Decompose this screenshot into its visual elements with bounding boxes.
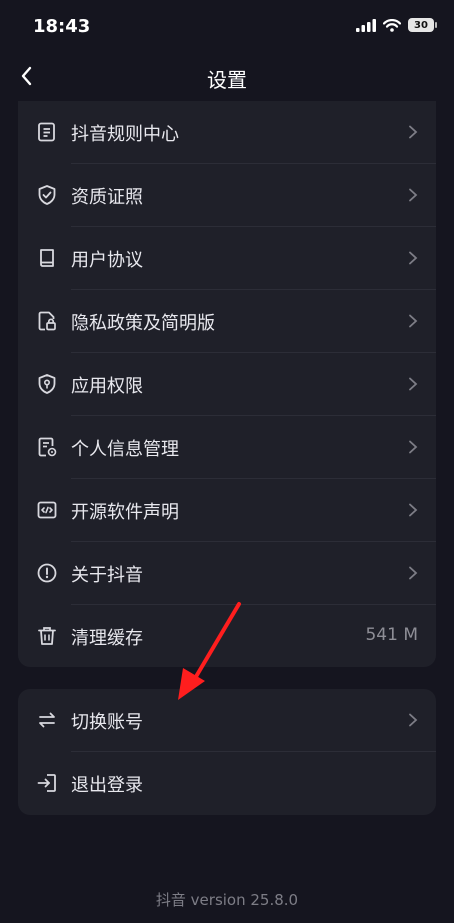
code-icon [37,501,57,519]
menu-item-label: 应用权限 [71,376,143,397]
menu-item-clear-cache[interactable]: 清理缓存 541 M [18,605,436,667]
menu-item-label: 隐私政策及简明版 [71,313,215,334]
menu-item-app-permissions[interactable]: 应用权限 [18,353,436,416]
menu-item-label: 资质证照 [71,187,143,208]
chevron-right-icon [409,503,418,517]
status-icons: 30 [356,18,437,32]
menu-item-privacy-policy[interactable]: 隐私政策及简明版 [18,290,436,353]
cache-size-value: 541 M [365,625,418,645]
chevron-right-icon [409,251,418,265]
settings-group-account: 切换账号 退出登录 [18,689,436,815]
swap-icon [39,712,55,728]
menu-item-qualifications[interactable]: 资质证照 [18,164,436,227]
menu-item-label: 个人信息管理 [71,439,179,460]
menu-item-rules-center[interactable]: 抖音规则中心 [18,101,436,164]
status-time: 18:43 [33,16,91,37]
menu-item-logout[interactable]: 退出登录 [18,752,436,815]
shield-key-icon [38,374,56,394]
page-title: 设置 [207,68,247,92]
menu-item-label: 用户协议 [71,250,143,271]
menu-item-about[interactable]: 关于抖音 [18,542,436,605]
chevron-right-icon [409,713,418,727]
menu-item-label: 关于抖音 [71,565,143,586]
chevron-right-icon [409,440,418,454]
trash-icon [38,627,56,645]
privacy-lock-icon [38,311,56,331]
chevron-right-icon [409,125,418,139]
document-list-icon [38,122,55,142]
chevron-right-icon [409,188,418,202]
version-footer: 抖音 version 25.8.0 [155,891,299,909]
menu-item-user-agreement[interactable]: 用户协议 [18,227,436,290]
personal-info-icon [38,437,57,457]
menu-item-open-source[interactable]: 开源软件声明 [18,479,436,542]
cellular-signal-icon [356,18,376,32]
chevron-right-icon [409,314,418,328]
shield-check-icon [38,185,56,205]
chevron-right-icon [409,566,418,580]
settings-group-info: 抖音规则中心 资质证照 用户协议 隐私政策及简明版 应用权限 个人信息管理 开源… [18,101,436,667]
info-icon [37,563,57,583]
book-icon [40,249,54,267]
menu-item-personal-info[interactable]: 个人信息管理 [18,416,436,479]
menu-item-switch-account[interactable]: 切换账号 [18,689,436,752]
status-bar: 18:43 30 [0,0,454,52]
menu-item-label: 清理缓存 [71,628,143,649]
chevron-right-icon [409,377,418,391]
battery-icon: 30 [408,18,437,32]
menu-item-label: 抖音规则中心 [71,124,179,145]
logout-icon [37,774,56,792]
menu-item-label: 切换账号 [71,712,143,733]
wifi-icon [383,18,401,32]
nav-bar: 设置 [0,52,454,102]
menu-item-label: 开源软件声明 [71,502,179,523]
menu-item-label: 退出登录 [71,775,143,796]
